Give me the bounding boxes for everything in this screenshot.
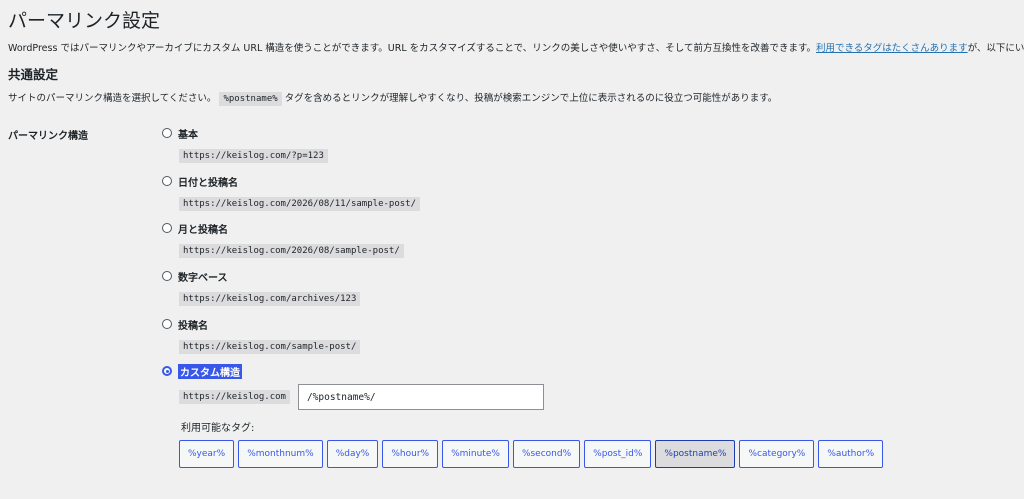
tag-second-button[interactable]: %second% — [512, 440, 581, 468]
option-url: https://keislog.com/2026/08/11/sample-po… — [179, 197, 420, 211]
radio-numeric[interactable] — [162, 271, 172, 281]
option-day-name[interactable]: 日付と投稿名 https://keislog.com/2026/08/11/sa… — [162, 173, 420, 211]
option-url: https://keislog.com/archives/123 — [179, 292, 361, 306]
available-tags-link[interactable]: 利用できるタグはたくさんあります — [816, 43, 968, 54]
radio-plain[interactable] — [162, 128, 172, 138]
tag-postname-button[interactable]: %postname% — [655, 440, 736, 468]
section-description: サイトのパーマリンク構造を選択してください。 %postname% タグを含める… — [8, 90, 778, 106]
radio-post-name[interactable] — [162, 319, 172, 329]
available-tags-label: 利用可能なタグ: — [181, 423, 255, 434]
option-label[interactable]: 日付と投稿名 — [178, 174, 238, 189]
custom-structure-input[interactable] — [297, 384, 544, 410]
option-post-name[interactable]: 投稿名 https://keislog.com/sample-post/ — [162, 316, 361, 354]
intro-description: WordPress ではパーマリンクやアーカイブにカスタム URL 構造を使うこ… — [8, 43, 816, 54]
radio-month-name[interactable] — [162, 223, 172, 233]
tag-post-id-button[interactable]: %post_id% — [584, 440, 652, 468]
tag-monthnum-button[interactable]: %monthnum% — [238, 440, 323, 468]
tag-category-button[interactable]: %category% — [739, 440, 815, 468]
option-custom[interactable]: カスタム構造 — [162, 363, 242, 379]
section-title-common: 共通設定 — [8, 67, 59, 82]
custom-base-url: https://keislog.com — [179, 390, 290, 404]
option-label[interactable]: 数字ベース — [178, 269, 228, 284]
option-label[interactable]: 基本 — [178, 126, 198, 141]
option-numeric[interactable]: 数字ベース https://keislog.com/archives/123 — [162, 268, 361, 306]
option-url: https://keislog.com/?p=123 — [179, 149, 328, 163]
permalink-structure-label: パーマリンク構造 — [8, 131, 88, 142]
tag-author-button[interactable]: %author% — [818, 440, 884, 468]
desc-before: サイトのパーマリンク構造を選択してください。 — [8, 93, 217, 104]
custom-structure-row: https://keislog.com — [179, 384, 544, 410]
intro-tail: が、以下にいくつか試して — [967, 43, 1024, 54]
option-plain[interactable]: 基本 https://keislog.com/?p=123 — [162, 125, 328, 163]
postname-code: %postname% — [219, 92, 282, 106]
option-label[interactable]: カスタム構造 — [178, 363, 242, 379]
page-title: パーマリンク設定 — [8, 10, 161, 32]
tag-hour-button[interactable]: %hour% — [382, 440, 439, 468]
option-label[interactable]: 月と投稿名 — [178, 221, 228, 236]
tag-day-button[interactable]: %day% — [326, 440, 379, 468]
option-label[interactable]: 投稿名 — [178, 317, 208, 332]
option-url: https://keislog.com/2026/08/sample-post/ — [179, 244, 404, 258]
tag-minute-button[interactable]: %minute% — [442, 440, 509, 468]
option-url: https://keislog.com/sample-post/ — [179, 340, 361, 354]
tag-year-button[interactable]: %year% — [179, 440, 235, 468]
radio-custom[interactable] — [162, 366, 172, 376]
option-month-name[interactable]: 月と投稿名 https://keislog.com/2026/08/sample… — [162, 220, 404, 258]
available-tags: %year% %monthnum% %day% %hour% %minute% … — [179, 440, 884, 468]
radio-day-name[interactable] — [162, 176, 172, 186]
desc-after: タグを含めるとリンクが理解しやすくなり、投稿が検索エンジンで上位に表示されるのに… — [281, 93, 778, 104]
intro-text: WordPress ではパーマリンクやアーカイブにカスタム URL 構造を使うこ… — [8, 40, 1024, 54]
